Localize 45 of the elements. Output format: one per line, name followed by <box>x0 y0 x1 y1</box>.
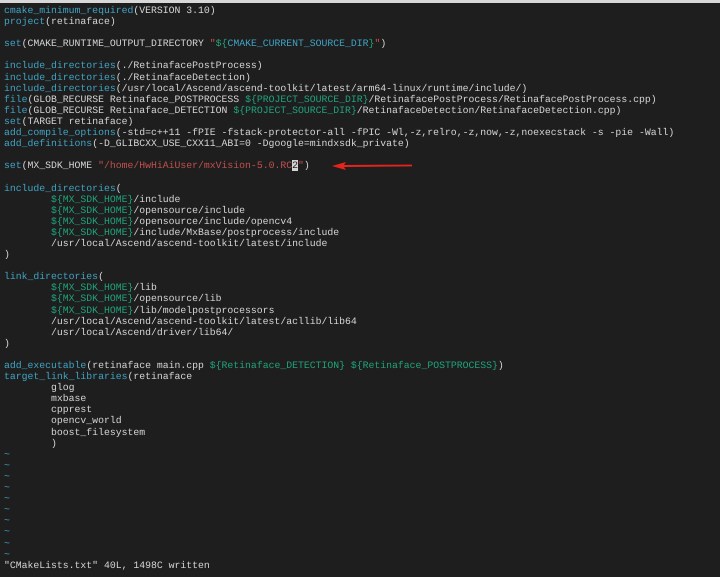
code-line: ) <box>4 249 10 260</box>
code-line: cmake_minimum_required(VERSION 3.10) <box>4 5 216 16</box>
empty-line-marker: ~ <box>4 548 10 560</box>
code-line: add_definitions(-D_GLIBCXX_USE_CXX11_ABI=0 -Dgoogle=mindxsdk_private) <box>4 138 410 150</box>
code-line: set(MX_SDK_HOME "/home/HwHiAiUser/mxVision-5.0.RC2") <box>4 160 310 172</box>
code-line: /usr/local/Ascend/ascend-toolkit/latest/include <box>51 238 328 250</box>
status-message: "CMakeLists.txt" 40L, 1498C written <box>4 560 210 571</box>
empty-line-marker: ~ <box>4 538 10 549</box>
code-line: /usr/local/Ascend/ascend-toolkit/latest/acllib/lib64 <box>51 316 357 327</box>
code-line: ${MX_SDK_HOME}/lib <box>51 282 157 294</box>
code-line: ${MX_SDK_HOME}/include <box>51 194 180 205</box>
code-line: boost_filesystem <box>51 426 146 438</box>
code-line: link_directories( <box>4 271 104 282</box>
code-line: include_directories( <box>4 182 122 194</box>
code-line: ) <box>51 438 57 449</box>
code-line: set(CMAKE_RUNTIME_OUTPUT_DIRECTORY "${CMAKE_CURRENT_SOURCE_DIR}") <box>4 38 386 50</box>
code-line: ${MX_SDK_HOME}/opensource/include/opencv4 <box>51 216 292 227</box>
empty-line-marker: ~ <box>4 504 10 516</box>
code-line: mxbase <box>51 393 86 404</box>
code-line: opencv_world <box>51 415 122 427</box>
code-line: set(TARGET retinaface) <box>4 116 134 128</box>
code-line: file(GLOB_RECURSE Retinaface_POSTPROCESS ${PROJECT_SOURCE_DIR}/RetinafacePostProcess/RetinafacePostProcess.cpp) <box>4 94 657 105</box>
empty-line-marker: ~ <box>4 482 10 494</box>
code-line: project(retinaface) <box>4 16 116 28</box>
code-line: /usr/local/Ascend/driver/lib64/ <box>51 326 234 338</box>
empty-line-marker: ~ <box>4 460 10 471</box>
code-line: include_directories(./RetinafacePostProcess) <box>4 60 263 72</box>
empty-line-marker: ~ <box>4 493 10 504</box>
code-line: include_directories(./RetinafaceDetection) <box>4 72 251 83</box>
code-line: ${MX_SDK_HOME}/include/MxBase/postprocess/include <box>51 226 340 238</box>
code-line: target_link_libraries(retinaface <box>4 371 192 382</box>
code-line: file(GLOB_RECURSE Retinaface_DETECTION ${PROJECT_SOURCE_DIR}/RetinafaceDetection/RetinafaceDetection.cpp) <box>4 104 622 116</box>
code-line: ${MX_SDK_HOME}/opensource/include <box>51 204 246 216</box>
code-line: add_compile_options(-std=c++11 -fPIE -fstack-protector-all -fPIC -Wl,-z,relro,-z,now,-z,noexecstack -s -pie -Wall) <box>4 127 674 138</box>
code-line: glog <box>51 382 75 394</box>
empty-line-marker: ~ <box>4 515 10 526</box>
code-line: cpprest <box>51 404 92 416</box>
code-line: ${MX_SDK_HOME}/opensource/lib <box>51 293 222 305</box>
empty-line-marker: ~ <box>4 448 10 460</box>
code-line: ) <box>4 338 10 349</box>
empty-line-marker: ~ <box>4 526 10 538</box>
code-line: ${MX_SDK_HOME}/lib/modelpostprocessors <box>51 304 274 316</box>
code-line: include_directories(/usr/local/Ascend/ascend-toolkit/latest/arm64-linux/runtime/include/) <box>4 82 528 94</box>
empty-line-marker: ~ <box>4 470 10 482</box>
code-line: add_executable(retinaface main.cpp ${Retinaface_DETECTION} ${Retinaface_POSTPROCESS}) <box>4 360 504 372</box>
